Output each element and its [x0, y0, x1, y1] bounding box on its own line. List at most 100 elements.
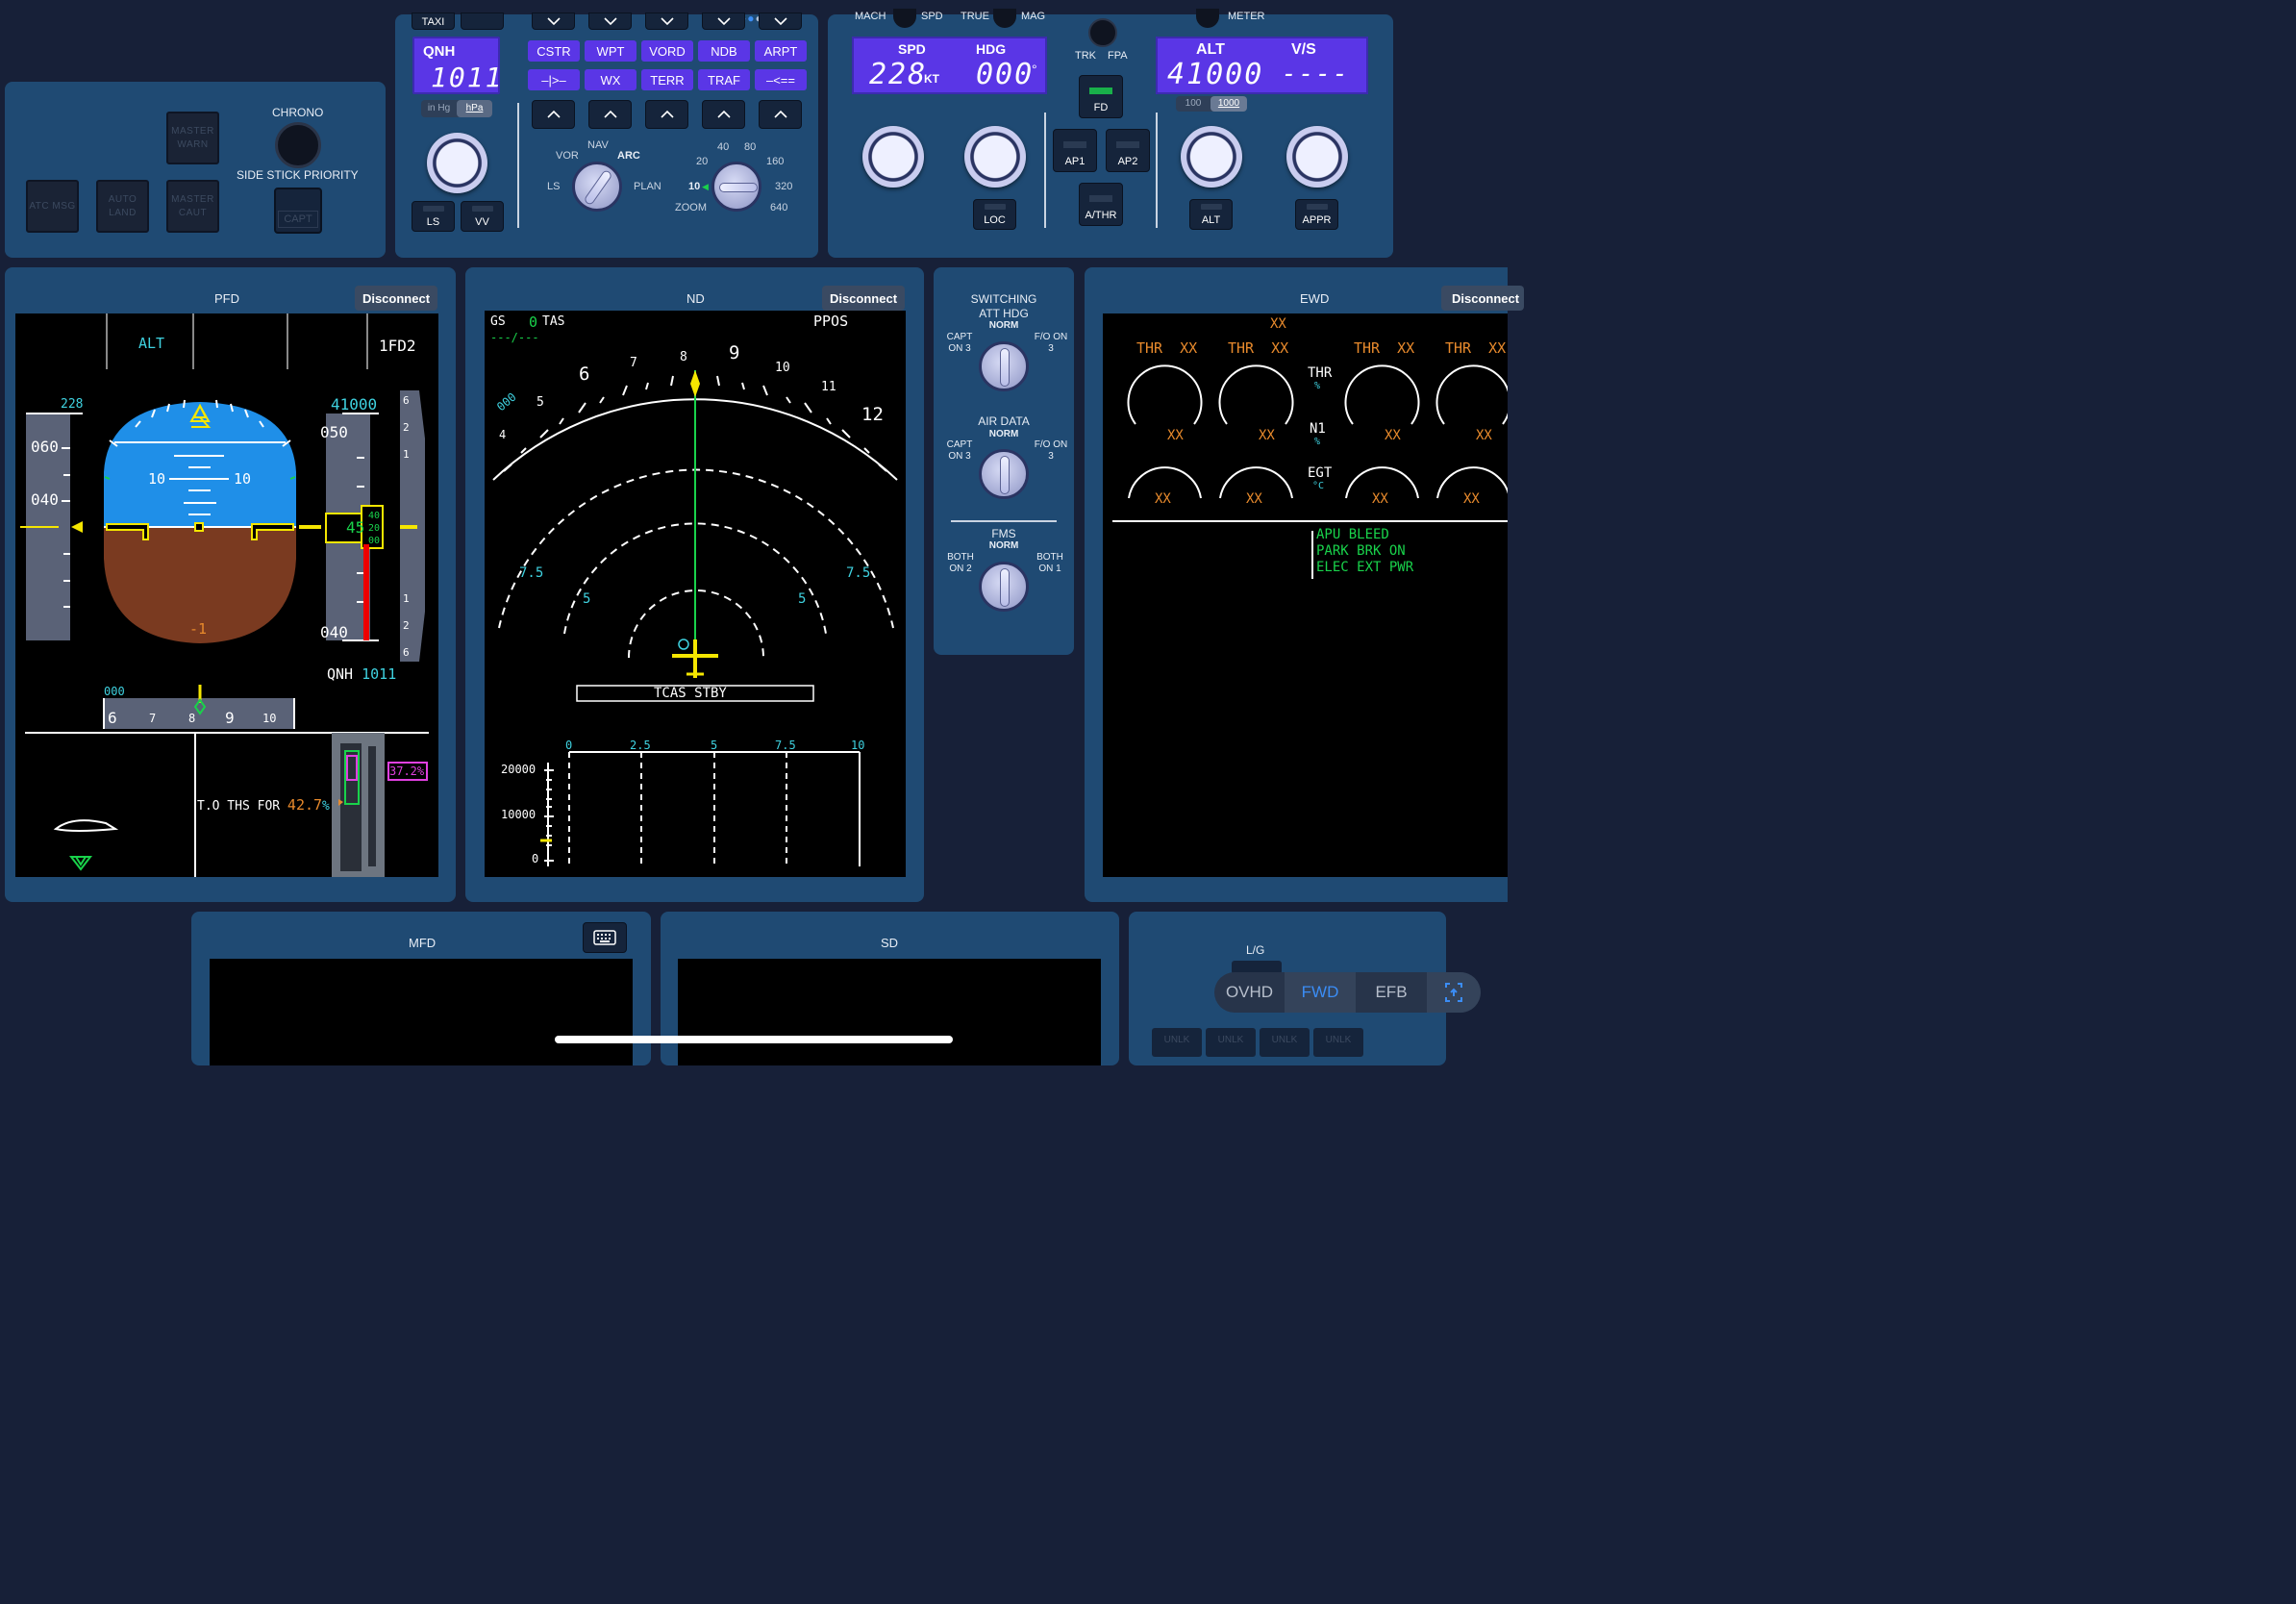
pfd-qnh: QNH 1011 [327, 665, 397, 683]
nd-range-selector[interactable] [711, 162, 761, 212]
range-40-label: 40 [717, 141, 730, 153]
unit-hpa-option[interactable]: hPa [457, 100, 492, 117]
fd-button[interactable]: FD [1079, 75, 1123, 118]
tab-ovhd[interactable]: OVHD [1214, 972, 1285, 1013]
n1-label: N1 [1310, 421, 1326, 437]
chevron-down-icon [603, 17, 617, 26]
alt-knob[interactable] [1181, 126, 1242, 188]
chrono-button[interactable] [275, 122, 321, 168]
loc-button[interactable]: LOC [973, 199, 1016, 230]
wx-button[interactable]: WX [585, 69, 636, 90]
taxi-button[interactable]: TAXI [412, 13, 455, 30]
keyboard-button[interactable] [583, 922, 627, 953]
fms-selector[interactable] [979, 562, 1029, 612]
chevron-up-button-4[interactable] [702, 100, 745, 129]
hdg-unit: ° [1032, 62, 1037, 77]
tab-efb[interactable]: EFB [1356, 972, 1427, 1013]
athr-button[interactable]: A/THR [1079, 183, 1123, 226]
chevron-up-button-1[interactable] [532, 100, 575, 129]
baro-knob[interactable] [427, 133, 487, 193]
chevron-down-button-4[interactable] [702, 13, 745, 30]
thr-label: THR [1308, 365, 1333, 381]
metric-button[interactable] [1196, 9, 1219, 28]
baro-unit-toggle[interactable]: in Hg hPa [421, 100, 492, 117]
master-caut-light[interactable]: MASTER CAUT [166, 180, 219, 233]
swap-view-button[interactable] [1427, 972, 1481, 1013]
n1-xx-2: XX [1259, 428, 1275, 443]
ap2-button[interactable]: AP2 [1106, 129, 1150, 172]
atc-msg-light[interactable]: ATC MSG [26, 180, 79, 233]
thr-xx-2: THR XX [1228, 339, 1289, 357]
hdg-knob[interactable] [964, 126, 1026, 188]
chevron-down-button-1[interactable] [532, 13, 575, 30]
zoom-label: ZOOM [675, 202, 707, 213]
chevron-up-button-3[interactable] [645, 100, 688, 129]
air-data-selector[interactable] [979, 449, 1029, 499]
terr-button[interactable]: TERR [641, 69, 693, 90]
compass-11: 11 [821, 380, 836, 394]
alt-inc-100-option[interactable]: 100 [1176, 96, 1210, 112]
vv-button[interactable]: VV [461, 201, 504, 232]
n1-xx-4: XX [1476, 428, 1492, 443]
ndb-button[interactable]: NDB [698, 40, 750, 62]
appr-button[interactable]: APPR [1295, 199, 1338, 230]
nd-mode-selector[interactable] [572, 162, 622, 212]
trk-label: TRK [1075, 50, 1096, 62]
roll-indicator: -1 [189, 620, 208, 638]
fma-alt-mode: ALT [138, 335, 165, 352]
thr-unit: % [1314, 381, 1321, 391]
vd-x-7-5: 7.5 [775, 739, 796, 752]
master-warn-light[interactable]: MASTER WARN [166, 112, 219, 164]
nd-disconnect-button[interactable]: Disconnect [822, 286, 905, 311]
spd-mach-button[interactable] [893, 9, 916, 28]
ls-button[interactable]: LS [412, 201, 455, 232]
adf2-vor2-button[interactable]: –<== [755, 69, 807, 90]
adf1-vor1-button[interactable]: –|>– [528, 69, 580, 90]
range-640-label: 640 [770, 202, 788, 213]
chevron-down-button-3[interactable] [645, 13, 688, 30]
wpt-button[interactable]: WPT [585, 40, 636, 62]
auto-land-light[interactable]: AUTO LAND [96, 180, 149, 233]
unit-inhg-option[interactable]: in Hg [421, 100, 457, 117]
fms-norm-label: NORM [988, 540, 1019, 551]
traf-button[interactable]: TRAF [698, 69, 750, 90]
ewd-disconnect-button[interactable]: Disconnect [1441, 286, 1524, 311]
ap1-button[interactable]: AP1 [1053, 129, 1097, 172]
chevron-down-button-2[interactable] [588, 13, 632, 30]
spd-knob[interactable] [862, 126, 924, 188]
arpt-button[interactable]: ARPT [755, 40, 807, 62]
cstr-button[interactable]: CSTR [528, 40, 580, 62]
compass-5: 5 [537, 395, 544, 410]
chevron-up-button-2[interactable] [588, 100, 632, 129]
thr-xx-1: THR XX [1136, 339, 1198, 357]
att-hdg-selector[interactable] [979, 341, 1029, 391]
fms-both-on1-label: BOTH ON 1 [1036, 552, 1063, 574]
range-inner-left: 5 [583, 591, 591, 607]
chevron-down-button-5[interactable] [759, 13, 802, 30]
compass-10: 10 [775, 361, 790, 375]
mfd-title: MFD [409, 936, 437, 950]
efis-top-button[interactable] [461, 13, 504, 30]
alt-button[interactable]: ALT [1189, 199, 1233, 230]
alt-inc-1000-option[interactable]: 1000 [1210, 96, 1247, 112]
vs-knob[interactable] [1286, 126, 1348, 188]
alt-increment-toggle[interactable]: 100 1000 [1176, 96, 1247, 112]
chevron-down-icon [716, 17, 731, 26]
memo-elec-ext-pwr: ELEC EXT PWR [1316, 560, 1414, 575]
chevron-up-button-5[interactable] [759, 100, 802, 129]
compass-7: 7 [630, 356, 637, 370]
range-160-label: 160 [766, 156, 785, 167]
compass-8: 8 [680, 350, 687, 364]
pfd-screen: ALT 1FD2 228 060 040 10 10 -1 41000 050 … [15, 313, 438, 877]
side-stick-capt-label: CAPT [278, 211, 318, 228]
vord-button[interactable]: VORD [641, 40, 693, 62]
pfd-disconnect-button[interactable]: Disconnect [355, 286, 437, 311]
true-mag-button[interactable] [993, 9, 1016, 28]
ewd-top-xx: XX [1270, 316, 1286, 332]
range-outer-left: 7.5 [519, 565, 544, 581]
speed-tick-060: 060 [31, 438, 59, 456]
chevron-up-icon [773, 110, 787, 118]
hdg-trk-button[interactable] [1088, 18, 1117, 47]
tab-fwd[interactable]: FWD [1285, 972, 1356, 1013]
true-label: TRUE [961, 11, 989, 22]
